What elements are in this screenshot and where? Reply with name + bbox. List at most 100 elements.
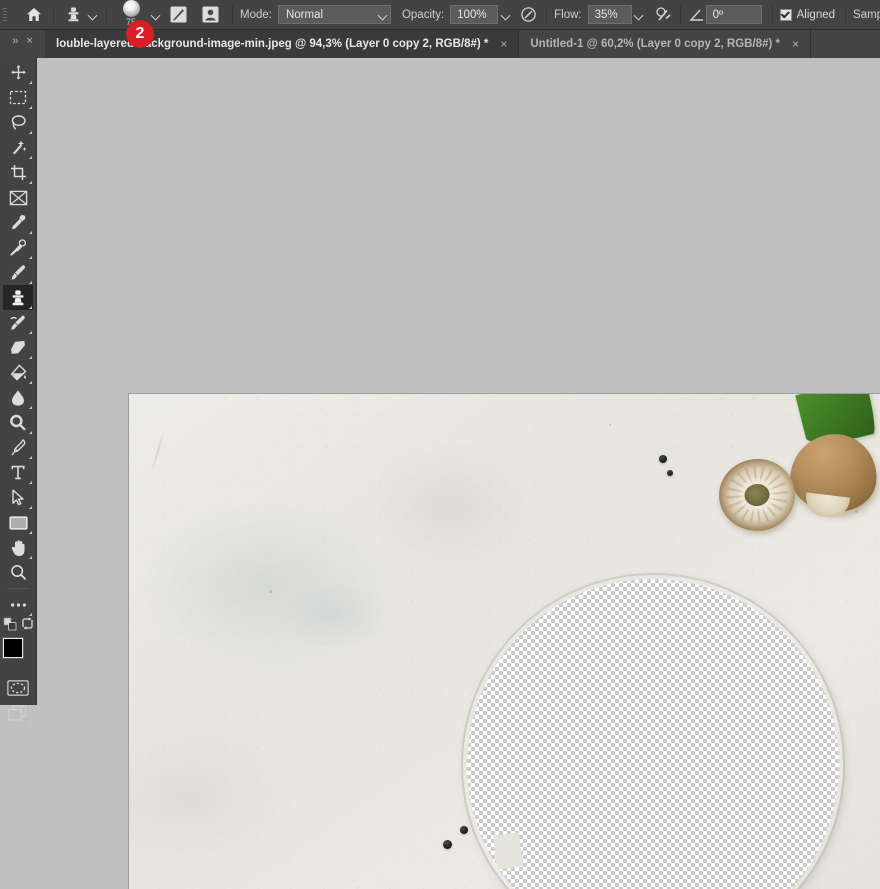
sample-label: Sample: [853, 9, 880, 21]
home-icon[interactable] [22, 4, 46, 26]
tab-close-icon[interactable]: × [500, 37, 507, 51]
flow-caret[interactable] [632, 5, 646, 24]
flyout-indicator [29, 406, 32, 409]
flyout-indicator [29, 181, 32, 184]
angle-value: 0º [713, 9, 724, 21]
angle-input[interactable]: 0º [706, 5, 762, 24]
flyout-indicator [29, 456, 32, 459]
eraser-tool[interactable] [3, 335, 33, 360]
gradient-tool[interactable] [3, 360, 33, 385]
quick-mask-button[interactable] [3, 675, 33, 700]
opacity-input[interactable]: 100% [450, 5, 498, 24]
blend-mode-select[interactable]: Normal [278, 5, 391, 24]
flyout-indicator [29, 613, 32, 616]
tab-document-1[interactable]: louble-layered-background-image-min.jpeg… [45, 30, 519, 58]
screen-mode-button[interactable] [3, 700, 33, 725]
hand-tool[interactable] [3, 535, 33, 560]
chevron-down-icon [378, 10, 387, 19]
rectangle-tool[interactable] [3, 510, 33, 535]
flyout-indicator [29, 306, 32, 309]
lasso-tool[interactable] [3, 110, 33, 135]
step-badge-2: 2 [126, 20, 154, 48]
flyout-indicator [29, 381, 32, 384]
rectangular-marquee-tool[interactable] [3, 85, 33, 110]
mode-label: Mode: [240, 9, 272, 21]
zoom-tool[interactable] [3, 560, 33, 585]
clone-stamp-icon[interactable] [61, 4, 85, 26]
document-workspace[interactable] [37, 58, 880, 889]
edit-toolbar-button[interactable] [3, 592, 33, 617]
flyout-indicator [29, 506, 32, 509]
surface-speck [609, 424, 611, 426]
divider [546, 5, 547, 24]
peppercorn [460, 826, 468, 834]
tab-close-icon[interactable]: × [792, 37, 799, 51]
type-tool[interactable] [3, 460, 33, 485]
flyout-indicator [29, 256, 32, 259]
options-bar-grip[interactable] [0, 0, 10, 30]
angle-icon [688, 4, 706, 26]
object-selection-tool[interactable] [3, 135, 33, 160]
plate-notch [493, 832, 523, 869]
tab-bar-controls: » × [0, 30, 45, 58]
flyout-indicator [29, 131, 32, 134]
dodge-tool[interactable] [3, 410, 33, 435]
blend-mode-value: Normal [286, 9, 323, 21]
aligned-checkbox[interactable]: Aligned [780, 9, 835, 21]
flyout-indicator [29, 281, 32, 284]
swap-colors-icon[interactable] [21, 617, 34, 635]
foreground-color-swatch[interactable] [3, 638, 23, 658]
surface-speck [855, 510, 858, 513]
flow-value: 35% [595, 9, 618, 21]
spot-healing-brush-tool[interactable] [3, 235, 33, 260]
divider [232, 5, 233, 24]
path-selection-tool[interactable] [3, 485, 33, 510]
opacity-value: 100% [457, 9, 486, 21]
surface-speck [269, 590, 272, 593]
flyout-indicator [29, 156, 32, 159]
tab-title: louble-layered-background-image-min.jpeg… [56, 38, 488, 50]
flyout-indicator [29, 481, 32, 484]
peppercorn [443, 840, 452, 849]
flyout-indicator [29, 531, 32, 534]
checkbox-icon [780, 9, 792, 21]
chevron-double-right-icon[interactable]: » [12, 35, 18, 47]
history-brush-tool[interactable] [3, 310, 33, 335]
divider [772, 5, 773, 24]
tab-title: Untitled-1 @ 60,2% (Layer 0 copy 2, RGB/… [530, 38, 780, 50]
divider [106, 5, 107, 24]
surface-bluish-patch [279, 579, 389, 649]
brush-panel-icon[interactable] [166, 4, 190, 26]
pressure-opacity-icon[interactable] [516, 4, 540, 26]
image-canvas[interactable] [129, 394, 880, 889]
close-icon[interactable]: × [26, 35, 32, 47]
eyedropper-tool[interactable] [3, 210, 33, 235]
pen-tool[interactable] [3, 435, 33, 460]
clone-source-icon[interactable] [198, 4, 222, 26]
opacity-caret[interactable] [498, 5, 512, 24]
flow-input[interactable]: 35% [588, 5, 632, 24]
blur-tool[interactable] [3, 385, 33, 410]
divider [680, 5, 681, 24]
brush-tool[interactable] [3, 260, 33, 285]
flyout-indicator [29, 331, 32, 334]
flyout-indicator [29, 106, 32, 109]
move-tool[interactable] [3, 60, 33, 85]
crop-tool[interactable] [3, 160, 33, 185]
tools-panel [0, 58, 37, 705]
flyout-indicator [29, 556, 32, 559]
flyout-indicator [29, 721, 32, 724]
default-colors-icon[interactable] [3, 617, 17, 636]
peppercorn [667, 470, 673, 476]
aligned-label: Aligned [797, 9, 835, 21]
brush-preset-caret[interactable] [148, 5, 162, 24]
tools-divider [7, 588, 29, 589]
flyout-indicator [29, 81, 32, 84]
tab-document-2[interactable]: Untitled-1 @ 60,2% (Layer 0 copy 2, RGB/… [519, 30, 811, 58]
tool-preset-picker[interactable] [85, 5, 99, 24]
clone-stamp-tool[interactable] [3, 285, 33, 310]
divider [53, 5, 54, 24]
frame-tool[interactable] [3, 185, 33, 210]
divider [845, 5, 846, 24]
airbrush-icon[interactable] [652, 4, 676, 26]
